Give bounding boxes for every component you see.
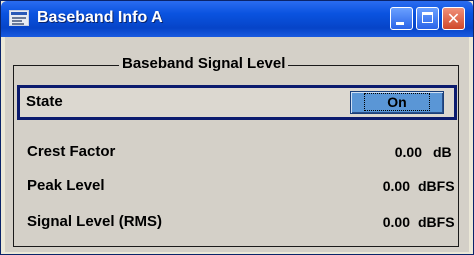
peak-level-unit: dBFS	[418, 178, 455, 194]
minimize-button[interactable]	[390, 7, 413, 30]
crest-factor-label: Crest Factor	[27, 143, 116, 160]
signal-level-rms-unit: dBFS	[418, 214, 455, 230]
state-button-label: On	[364, 93, 430, 111]
window-content: Baseband Signal Level State On Crest Fac…	[5, 37, 469, 252]
maximize-button[interactable]	[416, 7, 439, 30]
signal-level-rms-label: Signal Level (RMS)	[27, 213, 163, 230]
peak-level-value: 0.00	[382, 178, 410, 194]
close-icon: ✕	[446, 9, 461, 28]
state-label: State	[26, 93, 63, 110]
signal-level-rms-value: 0.00	[382, 214, 410, 230]
maximize-icon	[422, 12, 433, 23]
group-title: Baseband Signal Level	[119, 55, 289, 73]
crest-factor-value: 0.00	[394, 144, 422, 160]
title-bar[interactable]: Baseband Info A ✕	[1, 1, 473, 37]
state-row[interactable]: State On	[17, 85, 457, 120]
minimize-icon	[396, 22, 404, 25]
crest-factor-unit: dB	[433, 144, 452, 160]
window-app-icon[interactable]	[9, 10, 29, 26]
peak-level-label: Peak Level	[27, 177, 105, 194]
baseband-info-window: Baseband Info A ✕ Baseband Signal Level …	[0, 0, 474, 255]
window-title: Baseband Info A	[37, 9, 163, 26]
close-button[interactable]: ✕	[442, 7, 465, 30]
state-toggle-button[interactable]: On	[350, 91, 444, 114]
